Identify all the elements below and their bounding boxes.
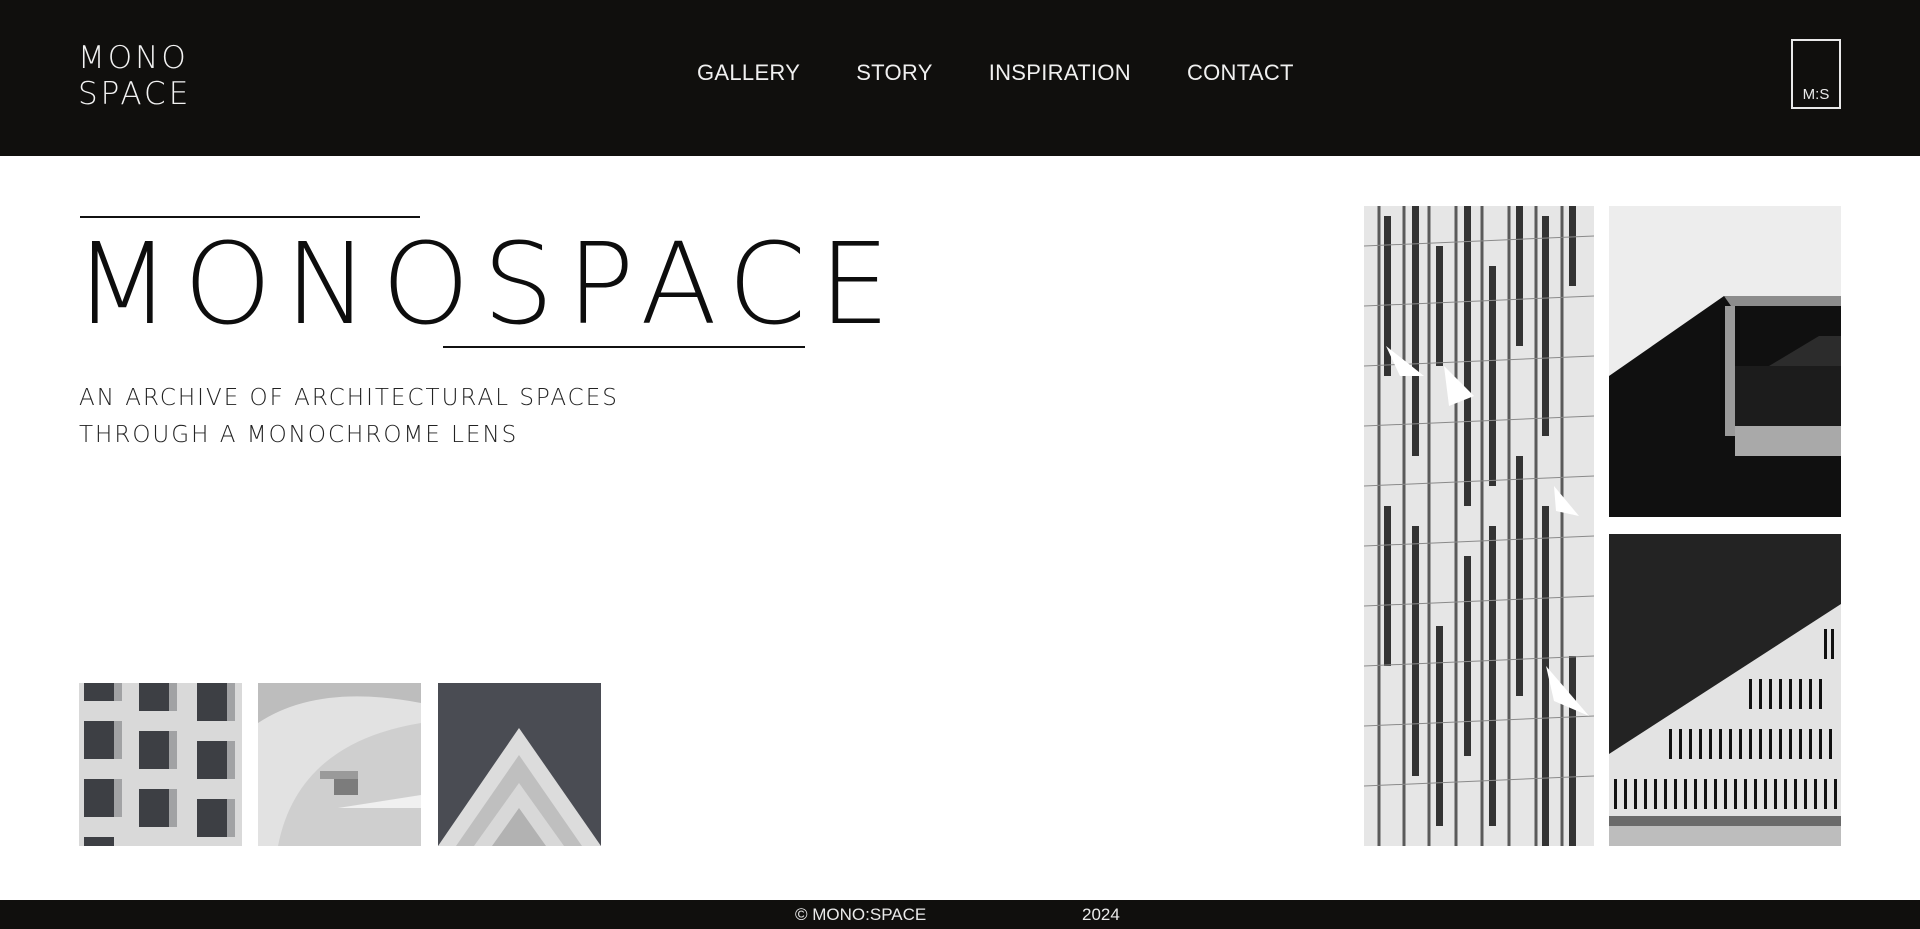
title-rule-top: [80, 216, 420, 218]
title-rule-bottom: [443, 346, 805, 348]
gallery-glass-tower[interactable]: [1364, 206, 1594, 846]
page-subtitle: AN ARCHIVE OF ARCHITECTURAL SPACES THROU…: [79, 380, 619, 454]
gallery-slatted-roofline[interactable]: [1609, 534, 1841, 846]
main-nav: GALLERY STORY INSPIRATION CONTACT: [697, 60, 1350, 86]
footer-copyright: © MONO:SPACE: [795, 905, 927, 924]
nav-inspiration[interactable]: INSPIRATION: [989, 60, 1131, 86]
logo-line-2: SPACE: [78, 76, 192, 112]
logo-line-1: MONO: [78, 40, 189, 76]
thumbnail-facade-windows[interactable]: [79, 683, 242, 846]
footer-year: 2024: [1082, 905, 1120, 924]
nav-story[interactable]: STORY: [856, 60, 933, 86]
site-footer: © MONO:SPACE 2024: [0, 900, 1920, 929]
nav-gallery[interactable]: GALLERY: [697, 60, 800, 86]
thumbnail-curved-building[interactable]: [258, 683, 421, 846]
nav-contact[interactable]: CONTACT: [1187, 60, 1294, 86]
gallery-cantilever-building[interactable]: [1609, 206, 1841, 517]
monogram-badge[interactable]: M:S: [1791, 39, 1841, 109]
site-header: MONO SPACE GALLERY STORY INSPIRATION CON…: [0, 0, 1920, 156]
logo[interactable]: MONO SPACE: [78, 40, 191, 112]
subtitle-line-1: AN ARCHIVE OF ARCHITECTURAL SPACES: [79, 385, 619, 411]
thumbnail-stacked-balconies[interactable]: [438, 683, 601, 846]
page-title: MONOSPACE: [74, 220, 903, 350]
subtitle-line-2: THROUGH A MONOCHROME LENS: [79, 422, 519, 448]
